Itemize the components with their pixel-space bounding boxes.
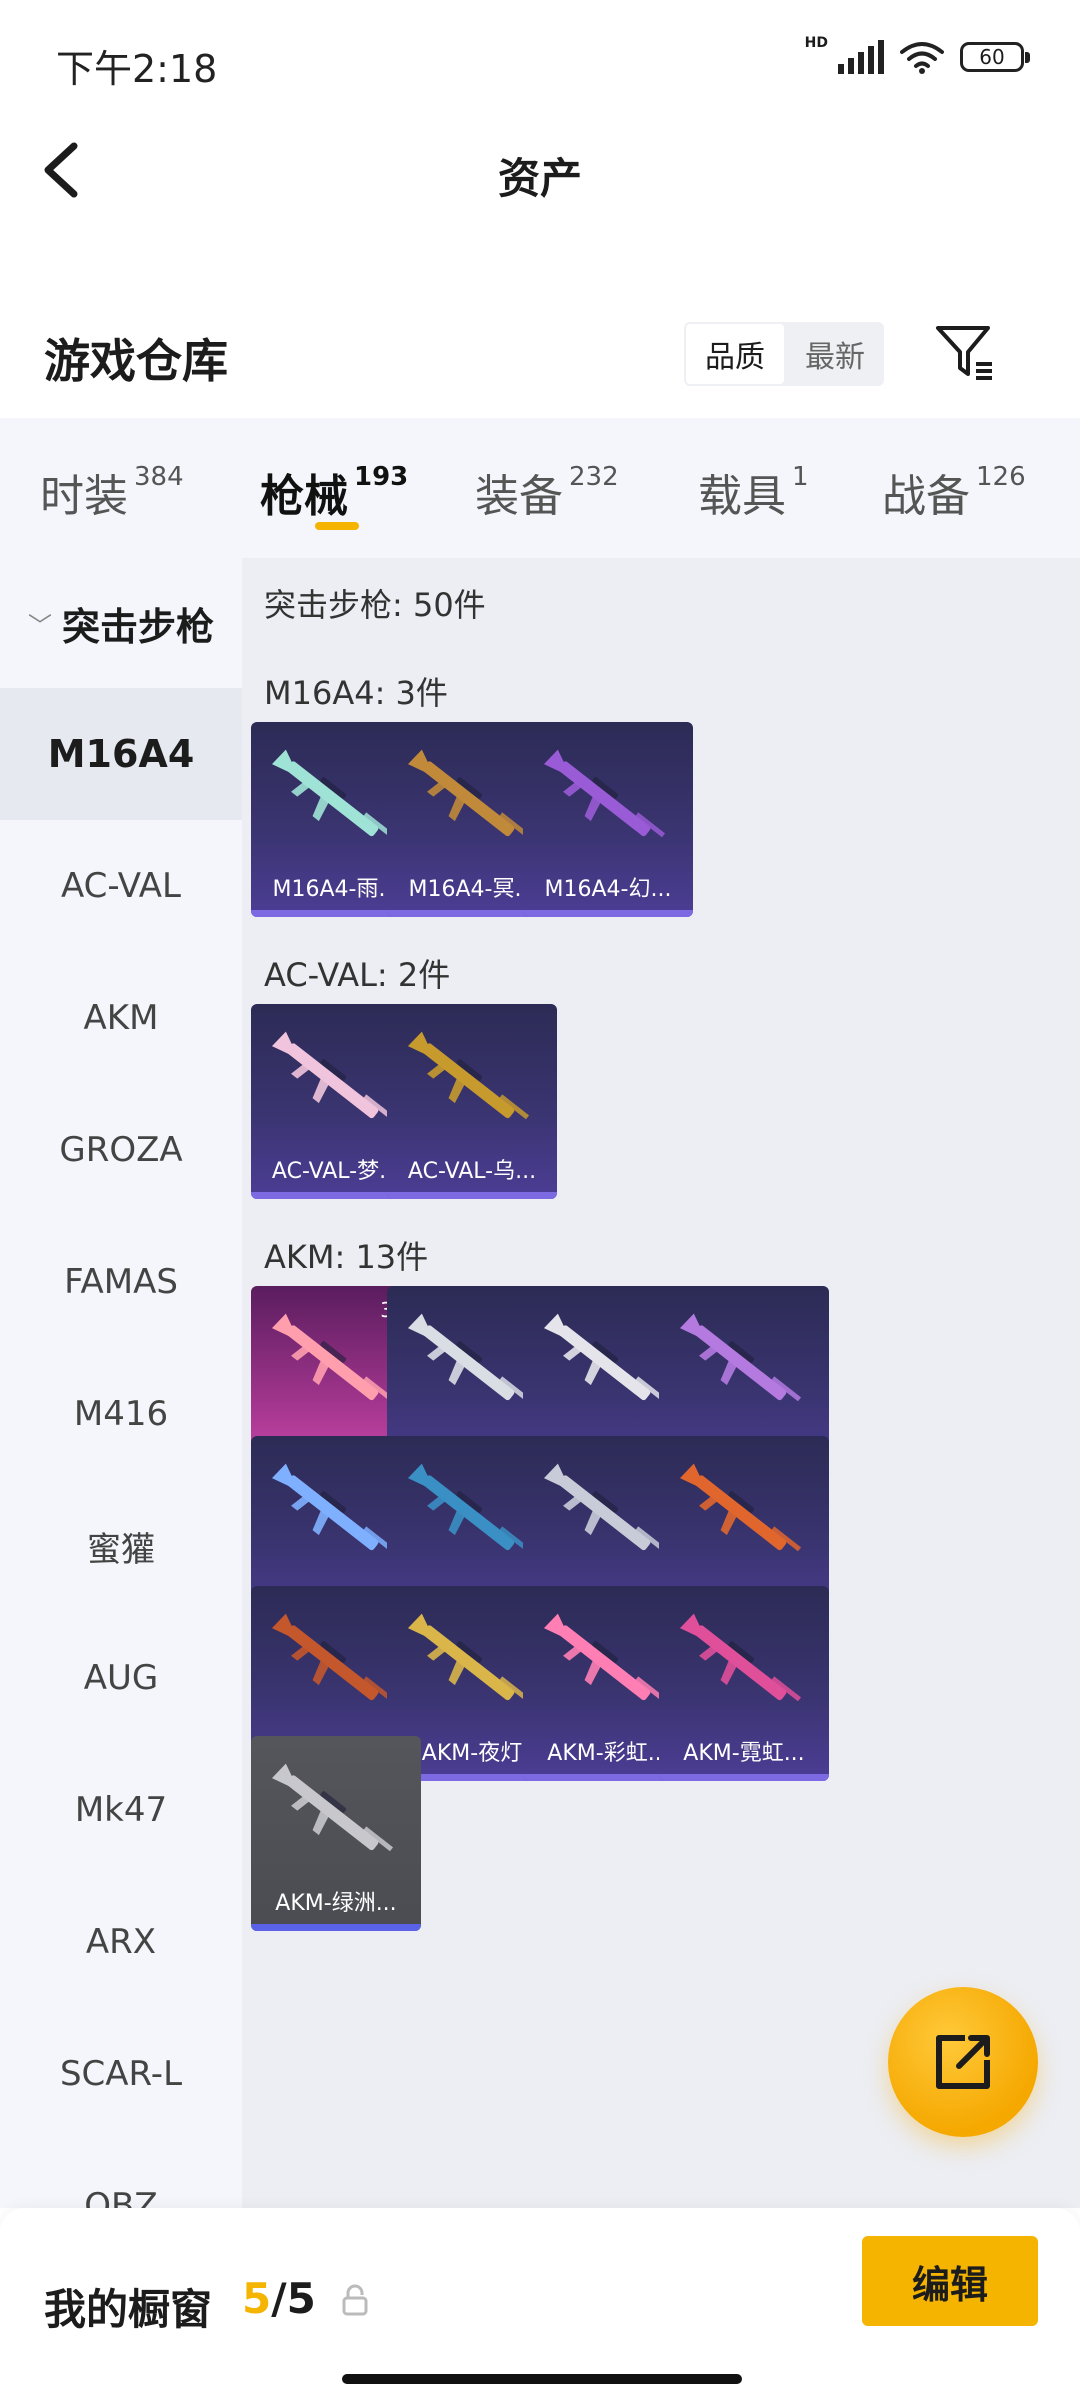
items-panel: 突击步枪: 50件 M16A4: 3件 AC-VAL: 2件 AKM: 13件 …: [242, 558, 1080, 2208]
rifle-icon: [407, 1031, 530, 1120]
sort-toggle: 品质 最新: [684, 322, 884, 386]
tab-weapons[interactable]: 枪械 193: [260, 460, 408, 524]
item-name: AKM-霓虹...: [683, 1741, 805, 1766]
rifle-icon: [407, 1313, 530, 1402]
sidebar-category-label: 突击步枪: [61, 604, 214, 649]
page-title: 资产: [497, 154, 582, 203]
item-name: AKM-绿洲...: [275, 1891, 397, 1916]
weapon-sidebar: ﹀ 突击步枪 M16A4 AC-VAL AKM GROZA FAMAS M416 蜜獾 AUG…: [0, 558, 242, 2208]
sidebar-item-arx[interactable]: ARX: [0, 1876, 242, 2008]
rifle-icon: [407, 1613, 530, 1702]
rifle-icon: [543, 749, 666, 838]
rifle-icon: [271, 1031, 394, 1120]
chevron-down-icon: ﹀: [27, 611, 52, 640]
rifle-icon: [543, 1313, 666, 1402]
showcase-label: 我的橱窗: [44, 2285, 213, 2334]
sidebar-item-[interactable]: 蜜獾: [0, 1480, 242, 1612]
summary-count: 突击步枪: 50件: [264, 586, 486, 624]
item-card[interactable]: AC-VAL-乌...: [387, 1004, 557, 1199]
signal-icon: [838, 40, 884, 74]
showcase-bar: 我的橱窗 5/5 编辑: [0, 2208, 1080, 2400]
sidebar-list: M16A4 AC-VAL AKM GROZA FAMAS M416 蜜獾 AUG Mk47 ARX…: [0, 688, 242, 2208]
hd-label: HD: [804, 35, 828, 51]
wifi-icon: [900, 42, 944, 74]
warehouse-title: 游戏仓库: [44, 334, 228, 388]
group-title-acval: AC-VAL: 2件: [264, 956, 451, 994]
status-bar: 下午2:18 HD 60: [0, 0, 1080, 120]
tab-supplies[interactable]: 战备 126: [882, 460, 1026, 524]
sidebar-category[interactable]: ﹀ 突击步枪: [0, 558, 242, 688]
showcase-count: 5/5: [242, 2274, 316, 2323]
tab-fashion[interactable]: 时装 384: [40, 460, 184, 524]
battery-icon: 60: [960, 42, 1030, 72]
rifle-icon: [407, 1463, 530, 1552]
sidebar-item-m16a4[interactable]: M16A4: [0, 688, 242, 820]
sort-option-newest[interactable]: 最新: [786, 322, 884, 386]
share-icon: [936, 2035, 990, 2089]
sidebar-item-m416[interactable]: M416: [0, 1348, 242, 1480]
sidebar-item-scarl[interactable]: SCAR-L: [0, 2008, 242, 2140]
rifle-icon: [407, 749, 530, 838]
sidebar-item-qbz[interactable]: QBZ: [0, 2140, 242, 2208]
tab-vehicles[interactable]: 载具 1: [698, 460, 809, 524]
rifle-icon: [271, 1763, 394, 1852]
home-indicator: [342, 2374, 742, 2384]
active-tab-indicator: [315, 522, 359, 530]
tab-equipment[interactable]: 装备 232: [475, 460, 619, 524]
filter-icon: [936, 326, 992, 380]
sidebar-item-groza[interactable]: GROZA: [0, 1084, 242, 1216]
sidebar-item-akm[interactable]: AKM: [0, 952, 242, 1084]
rifle-icon: [543, 1613, 666, 1702]
rifle-icon: [679, 1463, 802, 1552]
sidebar-item-famas[interactable]: FAMAS: [0, 1216, 242, 1348]
rifle-icon: [679, 1613, 802, 1702]
item-card[interactable]: AKM-霓虹...: [659, 1586, 829, 1781]
item-card[interactable]: M16A4-幻...: [523, 722, 693, 917]
item-name: M16A4-幻...: [544, 877, 672, 902]
sidebar-item-acval[interactable]: AC-VAL: [0, 820, 242, 952]
category-tabs: 时装 384 枪械 193 装备 232 载具 1 战备 126: [0, 418, 1080, 558]
item-card[interactable]: AKM-绿洲...: [251, 1736, 421, 1931]
rifle-icon: [271, 1463, 394, 1552]
rifle-icon: [271, 749, 394, 838]
edit-button[interactable]: 编辑: [862, 2236, 1038, 2326]
filter-button[interactable]: [930, 318, 1000, 388]
sidebar-item-mk47[interactable]: Mk47: [0, 1744, 242, 1876]
sort-option-quality[interactable]: 品质: [684, 322, 786, 386]
sidebar-item-aug[interactable]: AUG: [0, 1612, 242, 1744]
status-time: 下午2:18: [56, 47, 218, 91]
lock-icon: [342, 2284, 368, 2316]
rifle-icon: [271, 1613, 394, 1702]
group-title-m16a4: M16A4: 3件: [264, 674, 448, 712]
rifle-icon: [543, 1463, 666, 1552]
group-title-akm: AKM: 13件: [264, 1238, 429, 1276]
rifle-icon: [679, 1313, 802, 1402]
item-name: AC-VAL-乌...: [407, 1159, 537, 1184]
share-button[interactable]: [888, 1987, 1038, 2137]
status-icons: HD 60: [805, 35, 1030, 74]
rifle-icon: [271, 1313, 394, 1402]
